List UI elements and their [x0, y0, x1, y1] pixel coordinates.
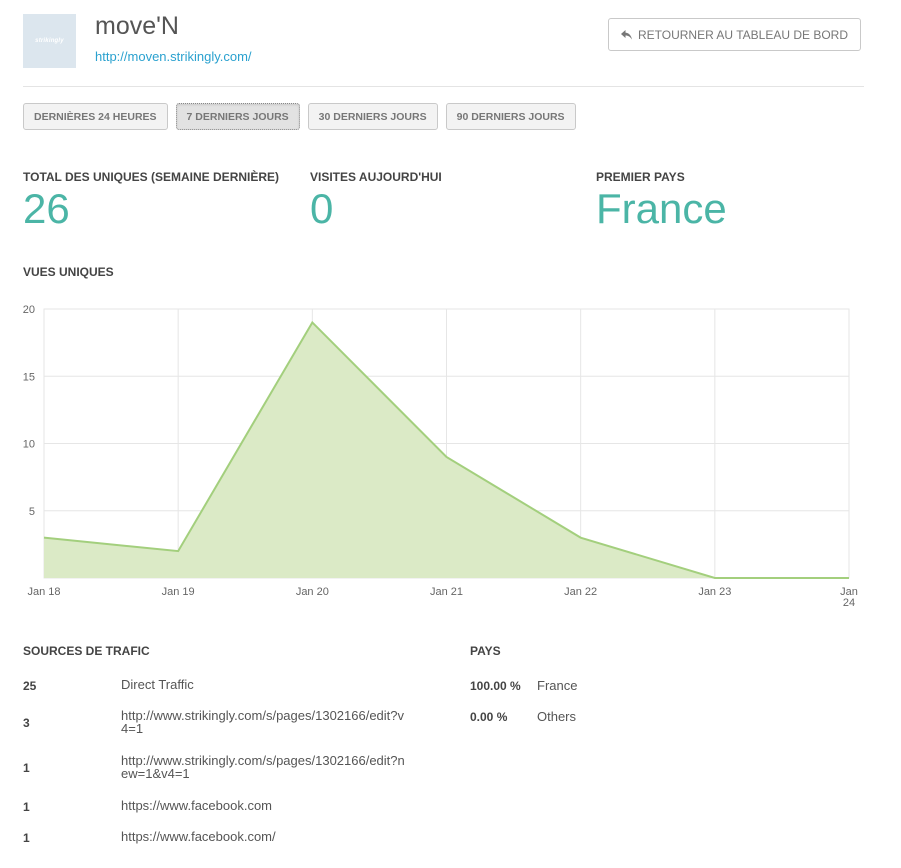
stat-country-label: PREMIER PAYS	[596, 170, 685, 184]
x-tick-label: Jan 21	[430, 586, 463, 598]
traffic-source: http://www.strikingly.com/s/pages/130216…	[121, 708, 405, 736]
range-24h-button[interactable]: DERNIÈRES 24 HEURES	[23, 103, 168, 130]
site-title: move'N	[95, 12, 179, 40]
traffic-source: https://www.facebook.com/	[121, 829, 276, 844]
x-tick-label: Jan 23	[698, 586, 731, 598]
site-logo: strikingly	[23, 14, 76, 68]
country-percent: 0.00 %	[470, 710, 508, 724]
traffic-source: https://www.facebook.com	[121, 798, 273, 813]
header-divider	[23, 86, 864, 87]
traffic-count: 1	[23, 800, 30, 814]
x-tick-label: Jan 20	[296, 586, 329, 598]
traffic-count: 25	[23, 679, 37, 693]
y-tick-label: 15	[23, 371, 35, 383]
range-90d-button[interactable]: 90 DERNIERS JOURS	[445, 103, 576, 130]
x-tick-label: Jan 24	[840, 586, 858, 609]
stat-total-uniques: TOTAL DES UNIQUES (SEMAINE DERNIÈRE) 26	[23, 170, 279, 230]
traffic-count: 1	[23, 831, 30, 845]
range-7d-button[interactable]: 7 DERNIERS JOURS	[175, 103, 300, 130]
range-30d-button[interactable]: 30 DERNIERS JOURS	[307, 103, 438, 130]
x-tick-label: Jan 22	[564, 586, 597, 598]
stat-country-value: France	[596, 185, 727, 232]
traffic-source: Direct Traffic	[121, 677, 194, 692]
country-percent: 100.00 %	[470, 679, 521, 693]
stat-total-value: 26	[23, 185, 70, 232]
stat-top-country: PREMIER PAYS France	[596, 170, 727, 230]
y-tick-label: 10	[23, 439, 35, 451]
chart-section-title: VUES UNIQUES	[23, 265, 114, 279]
back-button-label: RETOURNER AU TABLEAU DE BORD	[637, 27, 849, 42]
back-to-dashboard-button[interactable]: RETOURNER AU TABLEAU DE BORD	[608, 18, 861, 51]
site-url-link[interactable]: http://moven.strikingly.com/	[95, 49, 252, 64]
country-name: France	[537, 678, 578, 693]
countries-title: PAYS	[470, 644, 501, 658]
logo-text: strikingly	[35, 38, 64, 44]
x-tick-label: Jan 19	[162, 586, 195, 598]
traffic-source: http://www.strikingly.com/s/pages/130216…	[121, 753, 405, 781]
traffic-count: 3	[23, 716, 30, 730]
y-tick-label: 5	[29, 506, 35, 518]
unique-views-chart: 5 10 15 20 Jan 18 Jan 19 Jan 20 Jan 21 Jan 22 Jan…	[23, 304, 858, 609]
traffic-sources-title: SOURCES DE TRAFIC	[23, 644, 150, 658]
y-tick-label: 20	[23, 304, 35, 316]
country-name: Others	[537, 709, 577, 724]
stat-visits-today: VISITES AUJOURD'HUI 0	[310, 170, 442, 230]
stat-today-value: 0	[310, 185, 334, 232]
x-tick-label: Jan 18	[27, 586, 60, 598]
reply-arrow-icon	[620, 29, 632, 39]
traffic-count: 1	[23, 761, 30, 775]
stat-today-label: VISITES AUJOURD'HUI	[310, 170, 442, 184]
stat-total-label: TOTAL DES UNIQUES (SEMAINE DERNIÈRE)	[23, 170, 280, 184]
date-range-selector: DERNIÈRES 24 HEURES 7 DERNIERS JOURS 30 …	[23, 103, 576, 130]
